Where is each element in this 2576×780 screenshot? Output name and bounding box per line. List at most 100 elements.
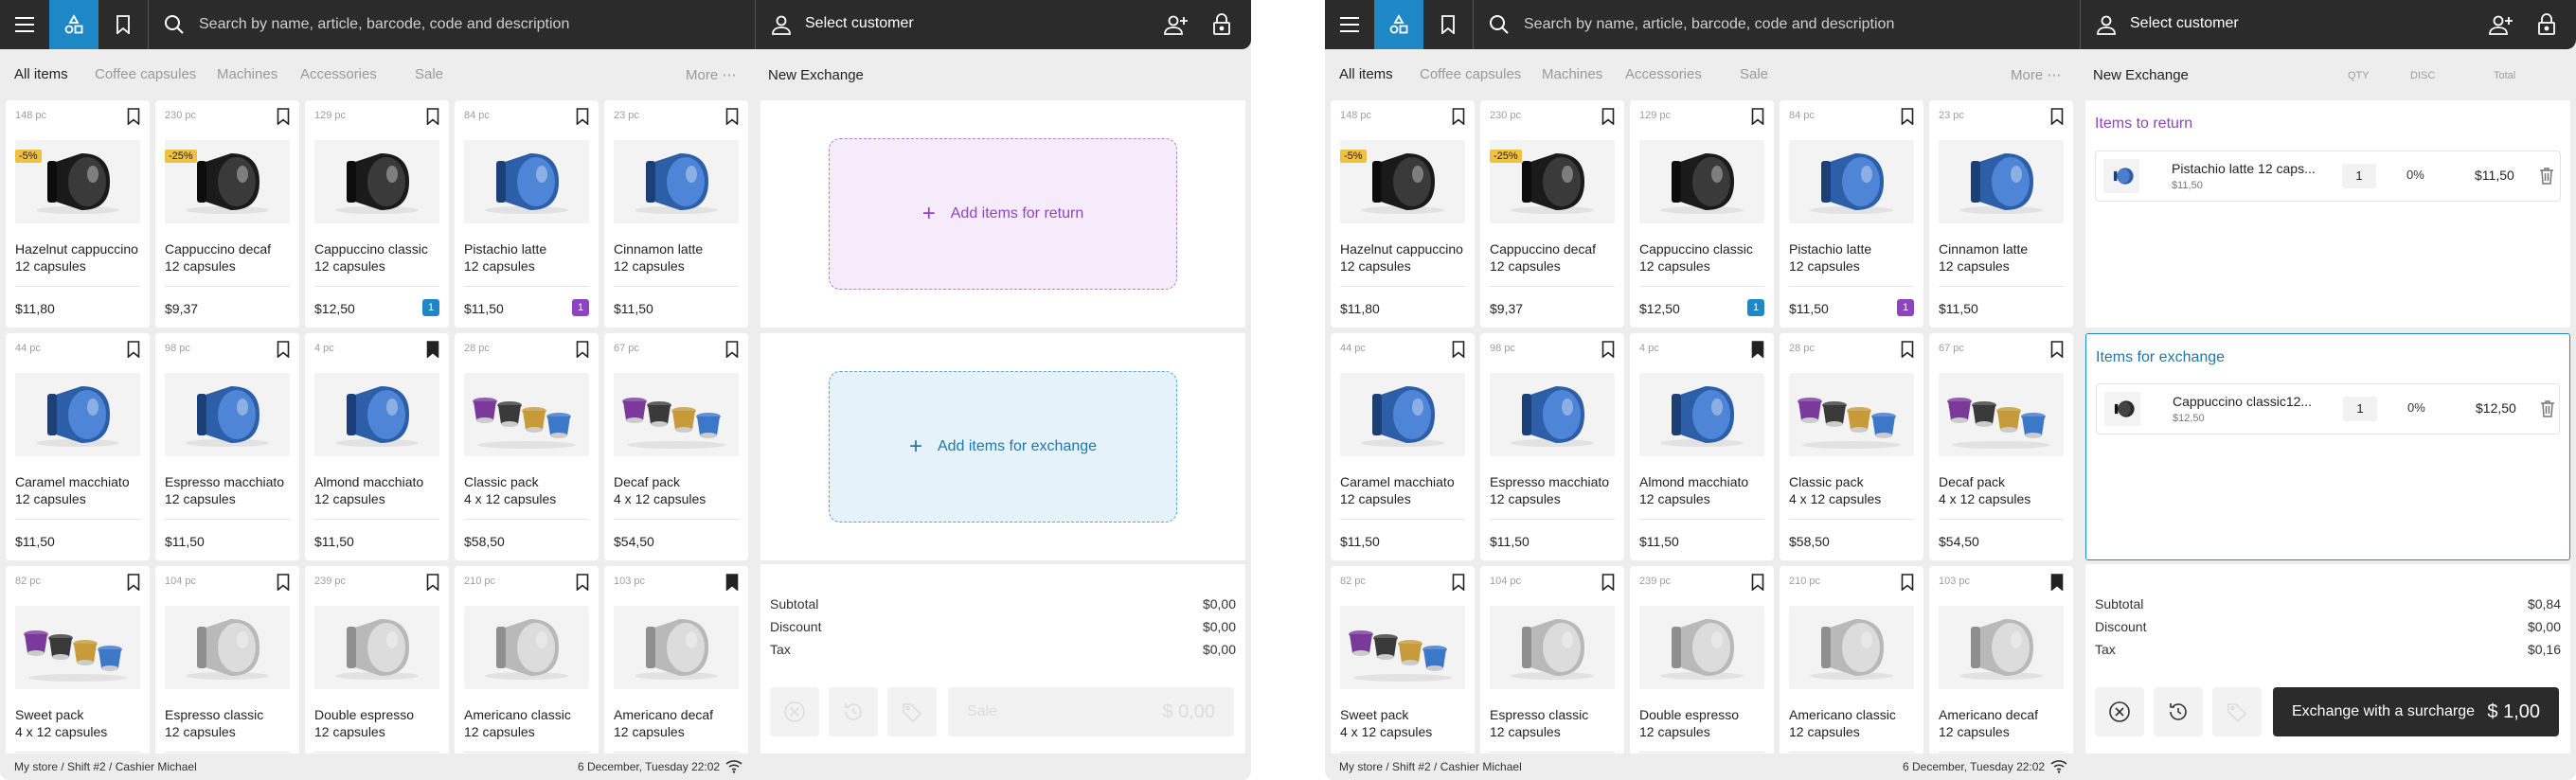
add-return-button[interactable]: + Add items for return xyxy=(829,138,1177,290)
more-menu[interactable]: More ⋯ xyxy=(2011,66,2061,83)
tab-coffee-capsules[interactable]: Coffee capsules xyxy=(1420,66,1521,82)
bookmark-icon[interactable] xyxy=(1751,108,1764,125)
bookmark-icon[interactable] xyxy=(1601,574,1615,591)
bookmark-icon[interactable] xyxy=(2050,341,2064,358)
bookmark-icon[interactable] xyxy=(277,108,290,125)
bookmark-icon[interactable] xyxy=(576,108,589,125)
tab-sale[interactable]: Sale xyxy=(1740,66,1768,82)
product-card[interactable]: 84 pc Pistachio latte 12 capsules $11,50 … xyxy=(455,100,599,328)
cancel-button[interactable] xyxy=(2095,687,2144,736)
bookmark-icon[interactable] xyxy=(1901,341,1914,358)
product-card[interactable]: 148 pc -5% Hazelnut cappuccino 12 capsule… xyxy=(6,100,150,328)
bookmark-icon[interactable] xyxy=(277,574,290,591)
product-card[interactable]: 103 pc Americano decaf 12 capsules xyxy=(604,566,748,753)
bookmark-icon[interactable] xyxy=(1901,574,1914,591)
bookmark-icon[interactable] xyxy=(127,574,140,591)
select-customer-button[interactable]: Select customer xyxy=(2130,15,2239,32)
product-card[interactable]: 44 pc Caramel macchiato 12 capsules $11,5… xyxy=(6,333,150,560)
tag-button[interactable] xyxy=(887,687,937,736)
bookmark-icon[interactable] xyxy=(725,574,739,591)
bookmark-icon[interactable] xyxy=(277,341,290,358)
product-card[interactable]: 67 pc Decaf pack 4 x 12 capsules $54,50 xyxy=(604,333,748,560)
tab-accessories[interactable]: Accessories xyxy=(1625,66,1702,82)
bookmark-icon[interactable] xyxy=(1601,341,1615,358)
bookmark-icon[interactable] xyxy=(1601,108,1615,125)
product-card[interactable]: 82 pc Sweet pack 4 x 12 capsules xyxy=(1331,566,1475,753)
bookmark-icon[interactable] xyxy=(1452,341,1465,358)
bookmark-icon[interactable] xyxy=(576,574,589,591)
bookmark-icon[interactable] xyxy=(1751,341,1764,358)
search-input[interactable] xyxy=(199,11,748,38)
product-card[interactable]: 129 pc Cappuccino classic 12 capsules $12… xyxy=(305,100,449,328)
bookmark-icon[interactable] xyxy=(426,574,439,591)
product-card[interactable]: 67 pc Decaf pack 4 x 12 capsules $54,50 xyxy=(1929,333,2073,560)
product-card[interactable]: 23 pc Cinnamon latte 12 capsules $11,50 xyxy=(1929,100,2073,328)
exchange-line-item[interactable]: Cappuccino classic12... $12,50 1 0% $12,… xyxy=(2096,383,2560,434)
history-button[interactable] xyxy=(829,687,878,736)
product-card[interactable]: 104 pc Espresso classic 12 capsules xyxy=(1480,566,1624,753)
product-card[interactable]: 129 pc Cappuccino classic 12 capsules $12… xyxy=(1630,100,1774,328)
bookmark-icon[interactable] xyxy=(2050,108,2064,125)
product-card[interactable]: 4 pc Almond macchiato 12 capsules $11,50 xyxy=(305,333,449,560)
cancel-button[interactable] xyxy=(770,687,819,736)
product-card[interactable]: 98 pc Espresso macchiato 12 capsules $11,… xyxy=(1480,333,1624,560)
tab-machines[interactable]: Machines xyxy=(1542,66,1602,82)
bookmark-icon[interactable] xyxy=(576,341,589,358)
bookmark-icon[interactable] xyxy=(2050,574,2064,591)
trash-icon[interactable] xyxy=(2540,399,2555,418)
line-item-qty[interactable]: 1 xyxy=(2342,164,2376,188)
tab-coffee-capsules[interactable]: Coffee capsules xyxy=(95,66,196,82)
tab-machines[interactable]: Machines xyxy=(217,66,277,82)
bookmark-icon[interactable] xyxy=(426,108,439,125)
bookmark-icon[interactable] xyxy=(1452,108,1465,125)
bookmark-icon[interactable] xyxy=(98,0,148,49)
product-card[interactable]: 98 pc Espresso macchiato 12 capsules $11,… xyxy=(155,333,299,560)
bookmark-icon[interactable] xyxy=(1751,574,1764,591)
product-card[interactable]: 239 pc Double espresso 12 capsules xyxy=(305,566,449,753)
product-card[interactable]: 239 pc Double espresso 12 capsules xyxy=(1630,566,1774,753)
bookmark-icon[interactable] xyxy=(725,108,739,125)
product-card[interactable]: 23 pc Cinnamon latte 12 capsules $11,50 xyxy=(604,100,748,328)
add-customer-icon[interactable] xyxy=(2480,0,2522,49)
tab-sale[interactable]: Sale xyxy=(415,66,443,82)
add-customer-icon[interactable] xyxy=(1155,0,1197,49)
bookmark-icon[interactable] xyxy=(725,341,739,358)
product-card[interactable]: 210 pc Americano classic 12 capsules xyxy=(455,566,599,753)
line-item-qty[interactable]: 1 xyxy=(2343,397,2377,421)
return-line-item[interactable]: Pistachio latte 12 caps... $11,50 1 0% $… xyxy=(2095,151,2561,202)
bookmark-icon[interactable] xyxy=(1901,108,1914,125)
bookmark-icon[interactable] xyxy=(426,341,439,358)
product-card[interactable]: 28 pc Classic pack 4 x 12 capsules $58,50 xyxy=(1780,333,1923,560)
search-input[interactable] xyxy=(1524,11,2073,38)
tag-button[interactable] xyxy=(2212,687,2262,736)
more-menu[interactable]: More ⋯ xyxy=(686,66,736,83)
add-exchange-button[interactable]: + Add items for exchange xyxy=(829,371,1177,523)
menu-icon[interactable] xyxy=(1325,0,1374,49)
sale-button[interactable]: Sale $ 0,00 xyxy=(948,687,1234,736)
bookmark-icon[interactable] xyxy=(1423,0,1473,49)
catalog-icon[interactable] xyxy=(49,0,98,49)
product-card[interactable]: 82 pc Sweet pack 4 x 12 capsules xyxy=(6,566,150,753)
product-card[interactable]: 148 pc -5% Hazelnut cappuccino 12 capsule… xyxy=(1331,100,1475,328)
bookmark-icon[interactable] xyxy=(127,108,140,125)
menu-icon[interactable] xyxy=(0,0,49,49)
product-card[interactable]: 103 pc Americano decaf 12 capsules xyxy=(1929,566,2073,753)
history-button[interactable] xyxy=(2154,687,2203,736)
select-customer-button[interactable]: Select customer xyxy=(805,15,914,32)
product-card[interactable]: 84 pc Pistachio latte 12 capsules $11,50 … xyxy=(1780,100,1923,328)
tab-all-items[interactable]: All items xyxy=(1339,66,1393,82)
catalog-icon[interactable] xyxy=(1374,0,1423,49)
bookmark-icon[interactable] xyxy=(127,341,140,358)
trash-icon[interactable] xyxy=(2539,167,2554,186)
lock-icon[interactable] xyxy=(2526,0,2567,49)
tab-all-items[interactable]: All items xyxy=(14,66,68,82)
product-card[interactable]: 104 pc Espresso classic 12 capsules xyxy=(155,566,299,753)
lock-icon[interactable] xyxy=(1201,0,1243,49)
product-card[interactable]: 230 pc -25% Cappuccino decaf 12 capsules … xyxy=(155,100,299,328)
bookmark-icon[interactable] xyxy=(1452,574,1465,591)
product-card[interactable]: 4 pc Almond macchiato 12 capsules $11,50 xyxy=(1630,333,1774,560)
exchange-surcharge-button[interactable]: Exchange with a surcharge $ 1,00 xyxy=(2273,687,2559,736)
product-card[interactable]: 230 pc -25% Cappuccino decaf 12 capsules … xyxy=(1480,100,1624,328)
product-card[interactable]: 210 pc Americano classic 12 capsules xyxy=(1780,566,1923,753)
product-card[interactable]: 44 pc Caramel macchiato 12 capsules $11,5… xyxy=(1331,333,1475,560)
